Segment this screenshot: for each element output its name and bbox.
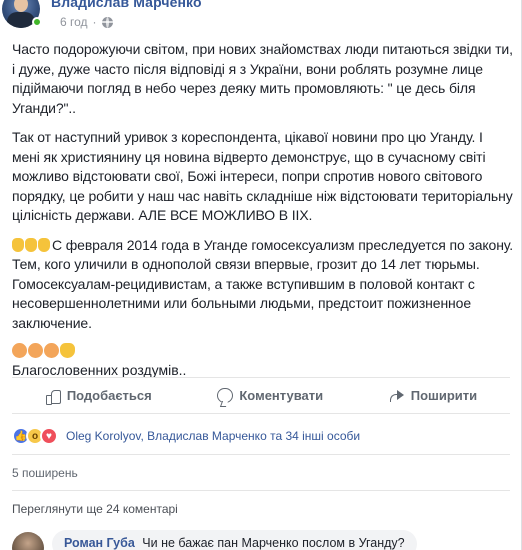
thumbs-up-icon xyxy=(45,388,61,405)
reaction-icons: 👍 o ♥ xyxy=(12,427,58,445)
comment-button[interactable]: Коментувати xyxy=(217,388,323,403)
divider xyxy=(12,490,510,491)
action-bar: Подобається Коментувати Поширити xyxy=(12,377,510,414)
author-name[interactable]: Владислав Марченко xyxy=(51,0,202,10)
share-arrow-icon xyxy=(389,389,405,403)
reactions-summary[interactable]: 👍 o ♥ Oleg Korolyov, Владислав Марченко … xyxy=(12,426,360,446)
commenter-avatar[interactable] xyxy=(12,532,44,550)
like-label: Подобається xyxy=(66,388,152,403)
share-button[interactable]: Поширити xyxy=(389,388,477,403)
shares-count[interactable]: 5 поширень xyxy=(12,466,78,480)
comment-bubble: Роман Губа Чи не бажає пан Марченко посл… xyxy=(52,530,417,550)
emoji-row xyxy=(12,343,514,361)
comment-author[interactable]: Роман Губа xyxy=(64,536,135,550)
post-header: Владислав Марченко 6 год · xyxy=(0,0,522,34)
view-more-comments-link[interactable]: Переглянути ще 24 коментарі xyxy=(12,502,178,516)
share-label: Поширити xyxy=(410,388,478,403)
comment-bubble-icon xyxy=(217,388,234,403)
reaction-names[interactable]: Oleg Korolyov, Владислав Марченко та 34 … xyxy=(66,429,360,443)
couple-emoji-icon xyxy=(44,343,59,358)
pointing-hand-emoji-icon xyxy=(60,343,75,358)
like-button[interactable]: Подобається xyxy=(45,388,152,405)
globe-icon[interactable] xyxy=(101,16,113,28)
comment-label: Коментувати xyxy=(239,388,324,403)
couple-emoji-icon xyxy=(28,343,43,358)
quote-text: С февраля 2014 года в Уганде гомосексуал… xyxy=(12,236,514,331)
avatar-face xyxy=(14,0,28,12)
post-timestamp[interactable]: 6 год xyxy=(60,15,88,29)
post-meta: 6 год · xyxy=(60,15,113,29)
divider xyxy=(12,454,510,455)
post-paragraph: Часто подорожуючи світом, при нових знай… xyxy=(12,41,513,116)
online-status-indicator xyxy=(32,17,42,27)
couple-emoji-icon xyxy=(12,343,27,358)
hand-emoji-icon xyxy=(25,237,37,252)
love-reaction-icon: ♥ xyxy=(40,427,58,445)
praying-hands-emoji xyxy=(12,237,50,252)
hand-emoji-icon xyxy=(12,237,24,252)
avatar-suit xyxy=(7,12,35,28)
post-paragraph-quote: С февраля 2014 года в Уганде гомосексуал… xyxy=(12,236,514,334)
post-body: Часто подорожуючи світом, при нових знай… xyxy=(12,40,514,381)
comment-item: Роман Губа Чи не бажає пан Марченко посл… xyxy=(12,530,512,550)
post-paragraph: Так от наступний уривок з кореспондента,… xyxy=(12,129,513,223)
hand-emoji-icon xyxy=(38,237,50,252)
comment-text: Чи не бажає пан Марченко послом в Уганду… xyxy=(142,536,405,550)
facebook-post: Владислав Марченко 6 год · Часто подорож… xyxy=(0,0,522,550)
